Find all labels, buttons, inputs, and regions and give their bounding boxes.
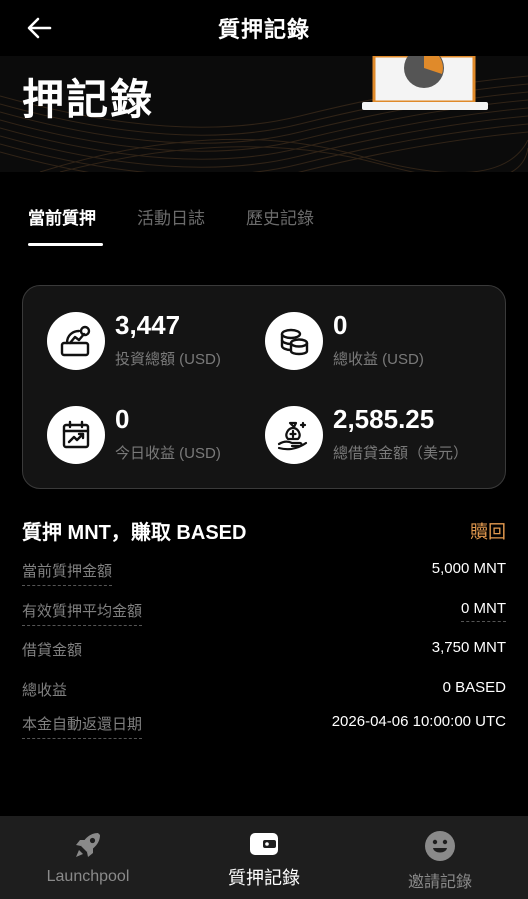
stat-value: 0 bbox=[333, 310, 348, 340]
calendar-chart-icon bbox=[47, 406, 105, 464]
nav-label: Launchpool bbox=[46, 868, 130, 885]
redeem-button[interactable]: 贖回 bbox=[470, 518, 506, 544]
money-bag-hand-icon bbox=[265, 406, 323, 464]
detail-row: 總收益 0 BASED bbox=[22, 679, 506, 707]
tab-activity-log[interactable]: 活動日誌 bbox=[137, 204, 205, 229]
detail-row: 有效質押平均金額 0 MNT bbox=[22, 600, 506, 628]
stat-label: 今日收益 (USD) bbox=[115, 445, 221, 462]
stat-total-loan: 2,585.25 總借貸金額（美元） bbox=[265, 400, 485, 470]
laptop-illustration bbox=[362, 56, 488, 110]
stat-label: 總收益 (USD) bbox=[333, 351, 424, 368]
nav-launchpool[interactable]: Launchpool bbox=[0, 816, 176, 899]
staking-pool-title: 質押 MNT，賺取 BASED bbox=[22, 522, 247, 544]
nav-invite-records[interactable]: 邀請記錄 bbox=[352, 816, 528, 899]
coins-icon bbox=[265, 312, 323, 370]
wallet-icon bbox=[176, 830, 352, 862]
tab-history[interactable]: 歷史記錄 bbox=[246, 204, 314, 229]
detail-label[interactable]: 本金自動返還日期 bbox=[22, 713, 143, 739]
smiley-icon bbox=[352, 830, 528, 862]
detail-value[interactable]: 0 MNT bbox=[461, 600, 506, 622]
detail-value: 3,750 MNT bbox=[431, 639, 506, 656]
stats-card: 3,447 投資總額 (USD) 0 總收益 (USD) 0 今日收益 (USD… bbox=[22, 285, 506, 489]
detail-value: 0 BASED bbox=[442, 679, 506, 696]
hero-title: 押記錄 bbox=[22, 76, 155, 123]
stat-total-investment: 3,447 投資總額 (USD) bbox=[47, 306, 267, 376]
rocket-icon bbox=[0, 830, 176, 862]
detail-label[interactable]: 有效質押平均金額 bbox=[22, 600, 143, 626]
nav-label: 質押記錄 bbox=[228, 868, 300, 888]
detail-label[interactable]: 當前質押金額 bbox=[22, 560, 113, 586]
detail-value: 5,000 MNT bbox=[431, 560, 506, 577]
page-title: 質押記錄 bbox=[217, 17, 310, 42]
stat-value: 0 bbox=[115, 404, 130, 434]
active-tab-indicator bbox=[28, 243, 103, 246]
stat-today-earnings: 0 今日收益 (USD) bbox=[47, 400, 267, 470]
tab-current-staking[interactable]: 當前質押 bbox=[28, 204, 96, 229]
stat-total-earnings: 0 總收益 (USD) bbox=[265, 306, 485, 376]
detail-row: 借貸金額 3,750 MNT bbox=[22, 639, 506, 667]
investment-icon bbox=[47, 312, 105, 370]
hero-banner: 押記錄 bbox=[0, 56, 528, 172]
stat-label: 投資總額 (USD) bbox=[115, 351, 221, 368]
detail-value: 2026-04-06 10:00:00 UTC bbox=[331, 713, 506, 730]
top-bar: 質押記錄 bbox=[0, 0, 528, 56]
stat-label: 總借貸金額（美元） bbox=[333, 445, 469, 462]
bottom-nav: Launchpool 質押記錄 邀請記錄 bbox=[0, 816, 528, 899]
nav-label: 邀請記錄 bbox=[407, 874, 472, 891]
stat-value: 3,447 bbox=[115, 310, 181, 340]
detail-row: 本金自動返還日期 2026-04-06 10:00:00 UTC bbox=[22, 713, 506, 741]
nav-staking-records[interactable]: 質押記錄 bbox=[176, 816, 352, 899]
stat-value: 2,585.25 bbox=[333, 404, 435, 434]
detail-label: 借貸金額 bbox=[22, 642, 83, 659]
detail-label: 總收益 bbox=[22, 682, 68, 699]
detail-row: 當前質押金額 5,000 MNT bbox=[22, 560, 506, 588]
